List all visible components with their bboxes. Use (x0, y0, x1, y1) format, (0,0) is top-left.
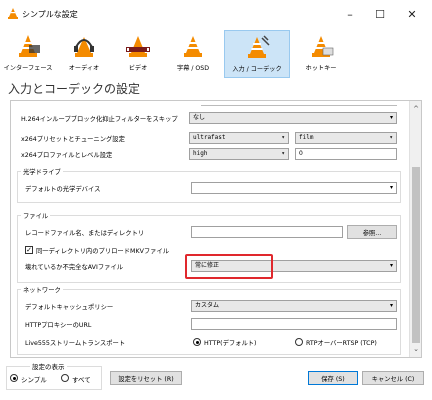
live555-http-radio[interactable] (193, 338, 201, 346)
x264-preset-select[interactable]: ultrafast ▾ (189, 132, 289, 144)
all-label: すべて (72, 376, 91, 384)
vlc-cone-headphones-icon (74, 37, 94, 57)
cache-policy-label: デフォルトキャッシュポリシー (25, 304, 114, 311)
cache-policy-value: カスタム (195, 302, 220, 309)
x264-preset-value: ultrafast (193, 134, 226, 141)
all-radio[interactable] (61, 374, 69, 382)
optical-device-select[interactable]: ▾ (191, 182, 397, 194)
h264-filter-select[interactable]: なし ▾ (189, 112, 397, 124)
scroll-down-icon[interactable]: ⌄ (410, 343, 421, 355)
x264-level-value: 0 (299, 150, 303, 157)
tab-input-codecs-label: 入力 / コーデック (232, 66, 282, 73)
cancel-button[interactable]: キャンセル (C) (362, 371, 424, 385)
x264-profile-select[interactable]: high ▾ (189, 148, 289, 160)
chevron-down-icon: ▾ (389, 134, 393, 141)
maximize-button[interactable]: ☐ (366, 4, 394, 24)
vlc-cone-hotkeys-icon (312, 36, 334, 57)
tab-audio[interactable]: オーディオ (60, 30, 108, 78)
optical-device-label: デフォルトの光学デバイス (25, 186, 101, 193)
minimize-button[interactable]: – (336, 4, 364, 24)
close-button[interactable]: ✕ (398, 4, 426, 24)
display-mode-title: 設定の表示 (30, 361, 67, 371)
http-proxy-input[interactable] (191, 318, 397, 330)
tab-audio-label: オーディオ (68, 65, 100, 72)
h264-filter-label: H.264インループブロック化抑止フィルターをスキップ (21, 116, 178, 123)
highlight-box (185, 254, 273, 279)
http-proxy-label: HTTPプロキシーのURL (25, 322, 92, 329)
network-group-title: ネットワーク (21, 285, 63, 294)
save-button[interactable]: 保存 (S) (308, 371, 358, 385)
chevron-down-icon: ▾ (389, 114, 393, 121)
chevron-down-icon: ▾ (281, 150, 285, 157)
x264-tune-value: film (299, 134, 314, 141)
title-bar: シンプルな設定 – ☐ ✕ (0, 0, 432, 28)
tab-subtitles-osd-label: 字幕 / OSD (177, 65, 209, 72)
page-title: 入力とコーデックの設定 (8, 82, 141, 96)
record-file-input[interactable] (191, 226, 343, 238)
preload-mkv-checkbox[interactable]: ✓ (25, 246, 33, 254)
file-group-title: ファイル (21, 211, 51, 220)
simple-radio[interactable] (10, 374, 18, 382)
tab-subtitles-osd[interactable]: 字幕 / OSD (168, 30, 218, 78)
window-title: シンプルな設定 (22, 10, 78, 19)
tab-hotkeys[interactable]: ホットキー (296, 30, 346, 78)
live555-http-label: HTTP(デフォルト) (204, 340, 257, 347)
x264-level-input[interactable]: 0 (295, 148, 397, 160)
x264-tune-select[interactable]: film ▾ (295, 132, 397, 144)
tab-input-codecs[interactable]: 入力 / コーデック (224, 30, 290, 78)
footer: 設定の表示 シンプル すべて 設定をリセット (R) 保存 (S) キャンセル … (0, 358, 432, 400)
vertical-scrollbar[interactable]: ^ ⌄ (409, 101, 421, 357)
optical-group-title: 光学ドライブ (21, 167, 63, 176)
category-toolbar: インターフェース オーディオ ビデオ 字幕 / OSD 入力 / コーデック ホ… (0, 30, 432, 78)
x264-profile-label: x264プロファイルとレベル設定 (21, 152, 113, 159)
tab-interface-label: インターフェース (3, 65, 53, 72)
check-icon: ✓ (26, 246, 32, 254)
reset-button[interactable]: 設定をリセット (R) (110, 371, 182, 385)
record-file-label: レコードファイル名、またはディレクトリ (25, 230, 145, 237)
chevron-down-icon: ▾ (389, 184, 393, 191)
scroll-thumb[interactable] (412, 167, 420, 343)
vlc-cone-interface-icon (19, 35, 40, 57)
h264-filter-value: なし (193, 114, 206, 121)
chevron-down-icon: ▾ (281, 134, 285, 141)
chevron-down-icon: ▾ (389, 302, 393, 309)
vlc-cone-video-icon (126, 36, 150, 57)
live555-rtsp-label: RTPオーバーRTSP (TCP) (306, 340, 377, 347)
scroll-up-icon[interactable]: ^ (410, 103, 421, 115)
live555-label: Live555ストリームトランスポート (25, 340, 126, 347)
cache-policy-select[interactable]: カスタム ▾ (191, 300, 397, 312)
simple-label: シンプル (21, 376, 47, 384)
vlc-cone-input-icon (248, 35, 270, 58)
settings-scroll-panel[interactable]: H.264インループブロック化抑止フィルターをスキップ なし ▾ x264プリセッ… (10, 100, 422, 358)
live555-rtsp-radio[interactable] (295, 338, 303, 346)
chevron-down-icon: ▾ (389, 262, 393, 269)
x264-profile-value: high (193, 150, 208, 157)
tab-video[interactable]: ビデオ (114, 30, 162, 78)
vlc-cone-subtitles-icon (184, 36, 202, 57)
browse-button[interactable]: 参照... (347, 225, 397, 239)
tab-video-label: ビデオ (128, 65, 148, 72)
x264-preset-label: x264プリセットとチューニング設定 (21, 136, 125, 143)
vlc-cone-icon (8, 8, 18, 19)
tab-interface[interactable]: インターフェース (4, 30, 52, 78)
broken-avi-label: 壊れているか不完全なAVIファイル (25, 264, 124, 271)
tab-hotkeys-label: ホットキー (305, 65, 337, 72)
preload-mkv-label: 同一ディレクトリ内のプリロードMKVファイル (36, 248, 170, 255)
